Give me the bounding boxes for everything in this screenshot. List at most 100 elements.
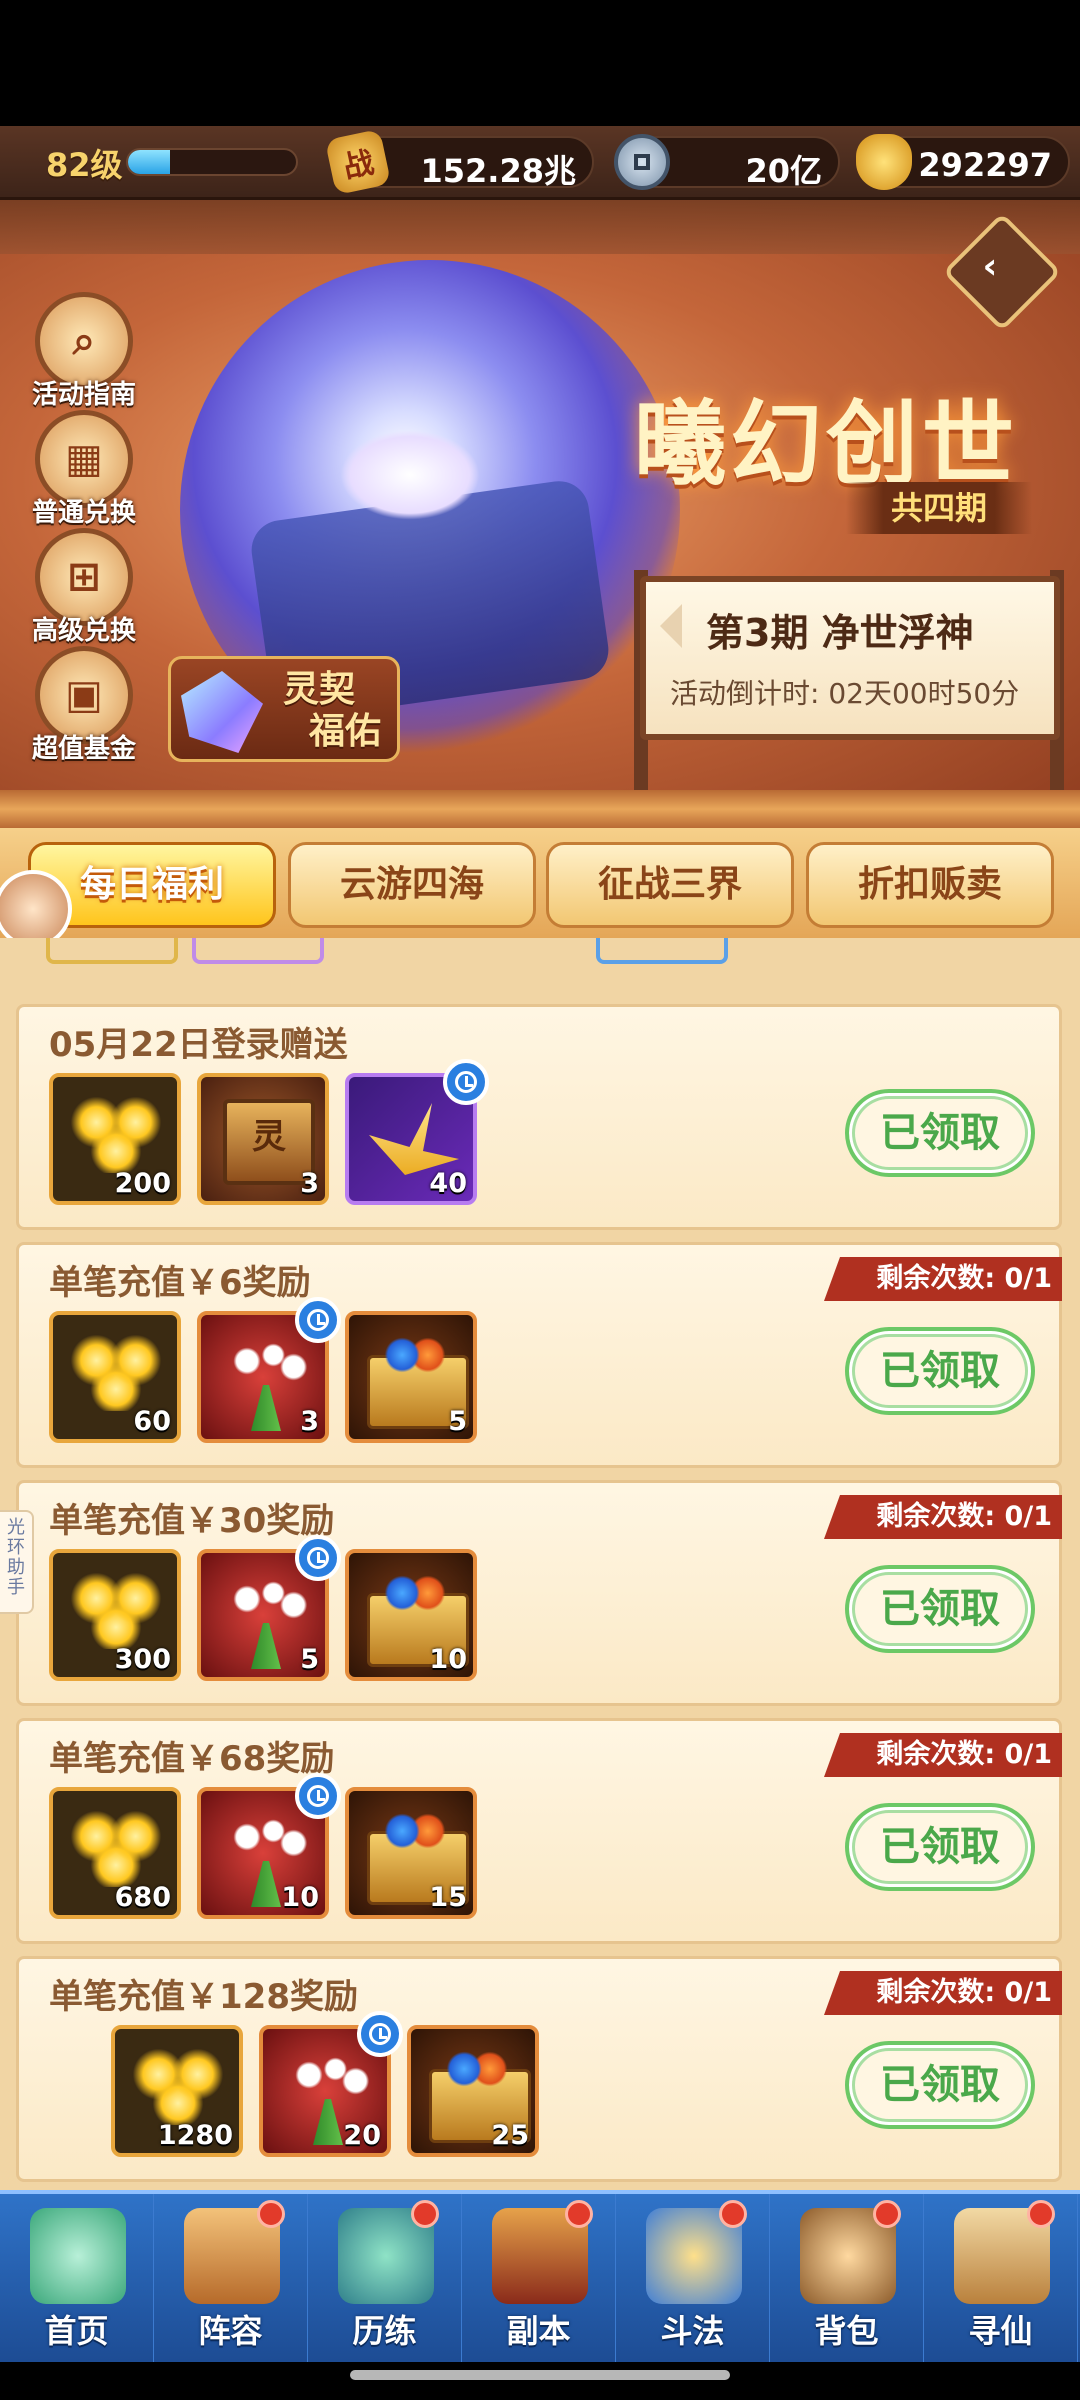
nav-label: 首页 [44, 2312, 109, 2350]
nav-lineup[interactable]: 阵容 [154, 2194, 308, 2362]
clock-icon [295, 1773, 341, 1819]
clock-icon [295, 1297, 341, 1343]
roof-decoration [0, 200, 1080, 254]
notification-dot [719, 2200, 747, 2228]
clock-icon [295, 1535, 341, 1581]
previous-item-edge [46, 938, 178, 964]
treasure-chest-icon[interactable]: 10 [345, 1549, 477, 1681]
remaining-count-badge: 剩余次数: 0/1 [824, 1733, 1062, 1777]
reward-title: 单笔充值￥6奖励 [49, 1263, 311, 1303]
reward-title: 单笔充值￥68奖励 [49, 1739, 335, 1779]
battle-power-icon: 战 [324, 128, 392, 196]
player-level: 82级 [46, 146, 123, 184]
narcissus-icon[interactable]: 5 [197, 1535, 341, 1681]
gold-ingot-icon[interactable]: 200 [49, 1073, 181, 1205]
reward-list[interactable]: 05月22日登录赠送200340已领取单笔充值￥6奖励剩余次数: 0/16035… [0, 938, 1080, 2190]
event-subtitle: 共四期 [846, 482, 1032, 534]
resource-bar: 82级 战 152.28兆 20亿 292297 [0, 126, 1080, 200]
narcissus-icon[interactable]: 10 [197, 1773, 341, 1919]
nav-duel[interactable]: 斗法 [616, 2194, 770, 2362]
halo-assistant-tab[interactable]: 光环助手 [0, 1510, 34, 1614]
item-count: 10 [429, 1644, 467, 1675]
spirit-contract-button[interactable]: 灵契 福佑 [168, 656, 400, 762]
previous-period-arrow-icon[interactable] [660, 604, 682, 648]
period-title: 第3期 净世浮神 [706, 611, 974, 655]
tab-bar: 每日福利 云游四海 征战三界 折扣贩卖 [0, 828, 1080, 938]
spirit-chest-icon[interactable]: 3 [197, 1073, 329, 1205]
nav-label: 寻仙 [968, 2312, 1033, 2350]
reward-card: 单笔充值￥6奖励 剩余次数: 0/1 60 3 5 已领取 [16, 1242, 1062, 1468]
value-fund-label: 超值基金 [31, 734, 136, 764]
crystal-gem-icon [181, 671, 263, 753]
event-banner: ‹ 曦幻创世 共四期 第3期 净世浮神 活动倒计时: 02天00时50分 ⌕ 活… [0, 200, 1080, 825]
home-icon [30, 2208, 126, 2304]
tab-conquer-realms[interactable]: 征战三界 [546, 842, 794, 928]
item-count: 15 [429, 1882, 467, 1913]
nav-label: 历练 [352, 2312, 417, 2350]
ingot-value: 292297 [918, 146, 1052, 184]
treasure-chest-icon[interactable]: 25 [407, 2025, 539, 2157]
claimed-button[interactable]: 已领取 [845, 1089, 1035, 1177]
decorative-band [0, 790, 1080, 828]
gold-ingot-icon[interactable]: 680 [49, 1787, 181, 1919]
tab-travel-seas[interactable]: 云游四海 [288, 842, 536, 928]
activity-guide-button[interactable]: ⌕ 活动指南 [30, 292, 138, 411]
nav-label: 背包 [814, 2312, 879, 2350]
reward-card: 05月22日登录赠送 200 3 40 已领取 [16, 1004, 1062, 1230]
notification-dot [1027, 2200, 1055, 2228]
clock-icon [443, 1059, 489, 1105]
gold-ingot-icon[interactable]: 60 [49, 1311, 181, 1443]
item-count: 60 [133, 1406, 171, 1437]
claimed-button[interactable]: 已领取 [845, 1327, 1035, 1415]
item-count: 25 [491, 2120, 529, 2151]
item-count: 680 [114, 1882, 171, 1913]
nav-label: 副本 [506, 2312, 571, 2350]
claimed-button[interactable]: 已领取 [845, 1565, 1035, 1653]
narcissus-icon[interactable]: 20 [259, 2011, 403, 2157]
nav-seek-immortal[interactable]: 寻仙 [924, 2194, 1078, 2362]
item-count: 3 [300, 1406, 319, 1437]
nav-training[interactable]: 历练 [308, 2194, 462, 2362]
reward-card: 单笔充值￥30奖励 剩余次数: 0/1 300 5 10 已领取 [16, 1480, 1062, 1706]
item-count: 300 [114, 1644, 171, 1675]
coin-display[interactable]: 20亿 [614, 134, 840, 190]
previous-item-edge [596, 938, 728, 964]
reward-title: 单笔充值￥128奖励 [49, 1977, 358, 2017]
treasure-chest-icon[interactable]: 5 [345, 1311, 477, 1443]
item-count: 10 [281, 1882, 319, 1913]
gold-ingot-icon[interactable]: 1280 [111, 2025, 243, 2157]
reward-title: 05月22日登录赠送 [49, 1025, 348, 1065]
nav-dungeon[interactable]: 副本 [462, 2194, 616, 2362]
nav-label: 阵容 [198, 2312, 263, 2350]
claimed-button[interactable]: 已领取 [845, 2041, 1035, 2129]
bottom-nav: 首页 阵容 历练 副本 斗法 背包 寻仙 [0, 2190, 1080, 2362]
item-count: 3 [300, 1168, 319, 1199]
value-fund-button[interactable]: ▣ 超值基金 [30, 646, 138, 765]
narcissus-icon[interactable]: 3 [197, 1297, 341, 1443]
exp-bar-fill [128, 150, 170, 174]
nav-backpack[interactable]: 背包 [770, 2194, 924, 2362]
ingot-display[interactable]: 292297 [856, 134, 1070, 190]
spirit-contract-label: 灵契 福佑 [283, 669, 382, 752]
home-indicator[interactable] [350, 2370, 730, 2380]
gold-ingot-icon[interactable]: 300 [49, 1549, 181, 1681]
notification-dot [873, 2200, 901, 2228]
item-count: 20 [343, 2120, 381, 2151]
copper-coin-icon [614, 134, 670, 190]
notification-dot [565, 2200, 593, 2228]
normal-exchange-button[interactable]: ▦ 普通兑换 [30, 410, 138, 529]
claimed-button[interactable]: 已领取 [845, 1803, 1035, 1891]
remaining-count-badge: 剩余次数: 0/1 [824, 1971, 1062, 2015]
nav-home[interactable]: 首页 [0, 2194, 154, 2362]
countdown: 活动倒计时: 02天00时50分 [670, 677, 1020, 710]
notification-dot [411, 2200, 439, 2228]
period-sign: 第3期 净世浮神 活动倒计时: 02天00时50分 [640, 576, 1060, 740]
exp-bar [126, 148, 298, 176]
tab-discount-sale[interactable]: 折扣贩卖 [806, 842, 1054, 928]
paper-crane-icon[interactable]: 40 [345, 1059, 489, 1205]
treasure-chest-icon[interactable]: 15 [345, 1787, 477, 1919]
item-count: 5 [448, 1406, 467, 1437]
item-count: 200 [114, 1168, 171, 1199]
power-display: 战 152.28兆 [324, 128, 594, 196]
advanced-exchange-button[interactable]: ⊞ 高级兑换 [30, 528, 138, 647]
